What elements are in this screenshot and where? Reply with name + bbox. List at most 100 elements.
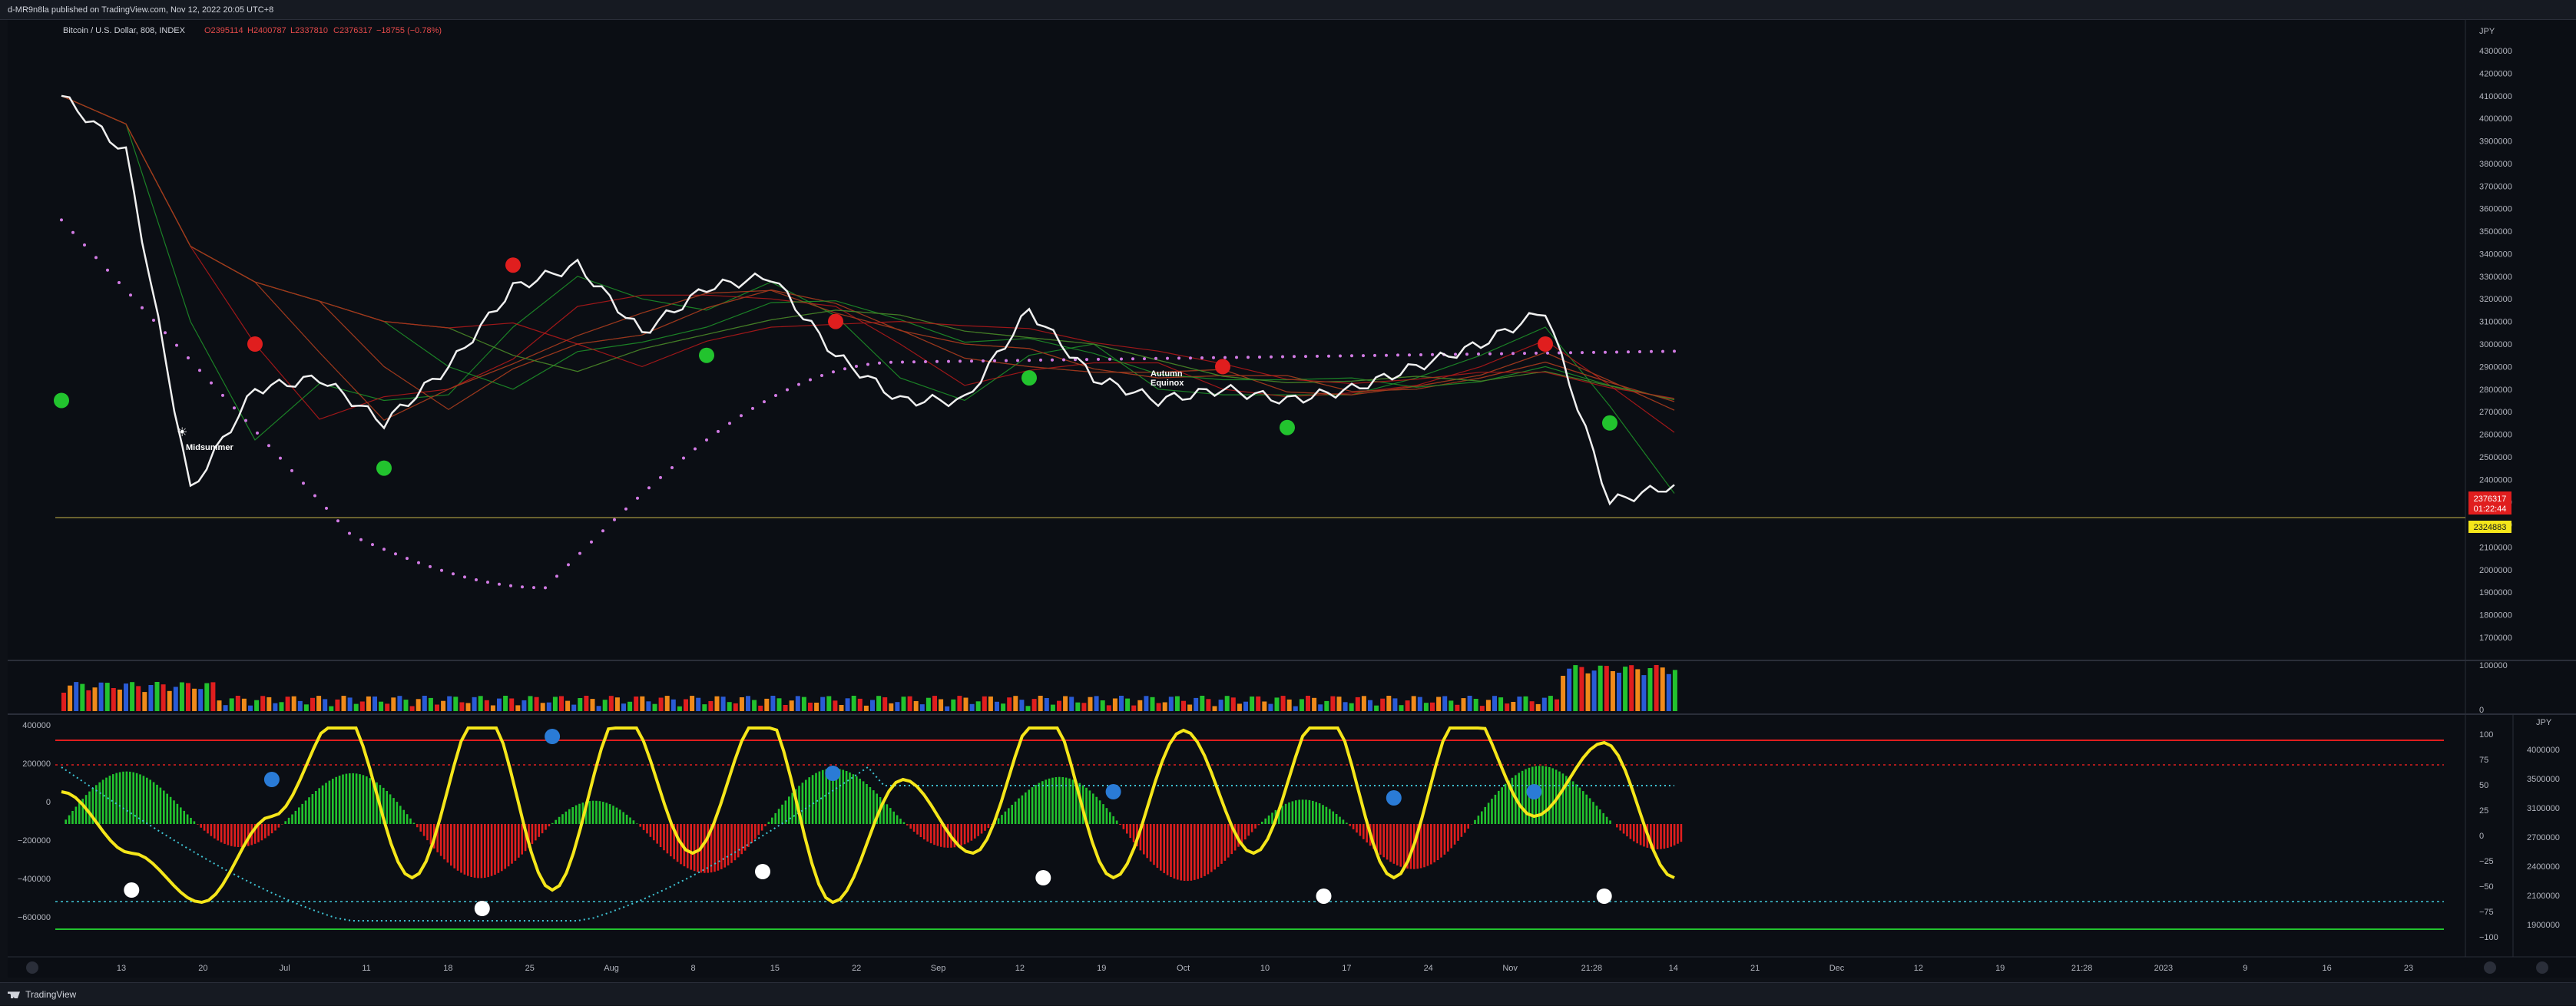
price-tick: 3000000 — [2479, 340, 2512, 349]
ma-dot — [947, 360, 950, 363]
histogram-bar — [399, 806, 402, 824]
histogram-bar — [288, 818, 290, 824]
volume-bar — [1362, 696, 1366, 711]
volume-bar — [939, 700, 943, 712]
osc-white-dot — [124, 882, 139, 898]
ma-dot — [1339, 355, 1342, 358]
histogram-bar — [1467, 824, 1469, 829]
sell-signal-dot — [247, 336, 263, 352]
histogram-bar — [1028, 789, 1030, 824]
volume-bar — [1349, 703, 1354, 711]
volume-bar — [497, 699, 502, 711]
ma-dot — [1177, 356, 1180, 359]
volume-bar — [1555, 700, 1559, 711]
histogram-bar — [1346, 822, 1348, 824]
histogram-bar — [115, 773, 118, 824]
ma-dot — [590, 541, 593, 544]
volume-bar — [397, 696, 402, 711]
histogram-bar — [619, 809, 621, 824]
volume-bar — [684, 700, 688, 712]
histogram-bar — [1326, 807, 1328, 824]
timezone-icon[interactable] — [26, 961, 38, 974]
volume-bar — [1243, 702, 1248, 711]
volume-bar — [1641, 675, 1646, 711]
volume-bar — [292, 697, 296, 711]
volume-bar — [1045, 698, 1049, 711]
histogram-bar — [605, 802, 608, 824]
histogram-bar — [1295, 800, 1297, 824]
histogram-bar — [774, 813, 776, 824]
volume-bar — [1125, 699, 1130, 711]
price-scale[interactable]: 4300000420000041000004000000390000038000… — [2479, 47, 2512, 643]
histogram-bar — [450, 824, 452, 865]
osc-right-scale[interactable]: 1007550250−25−50−75−100 — [2479, 730, 2498, 942]
volume-bar — [1449, 700, 1453, 711]
histogram-bar — [363, 775, 365, 824]
histogram-bar — [916, 824, 919, 835]
histogram-bar — [1606, 817, 1608, 824]
histogram-bar — [892, 812, 895, 824]
volume-bar — [1392, 698, 1397, 711]
histogram-bar — [291, 815, 293, 825]
volume-bar — [802, 697, 806, 711]
volume-bar — [310, 698, 315, 711]
ma-dot — [60, 218, 63, 221]
time-tick: Oct — [1177, 964, 1190, 973]
ohlc-high: H2400787 — [247, 26, 286, 35]
ma-dot — [1431, 353, 1434, 356]
histogram-bar — [274, 824, 276, 831]
volume-bar — [1380, 699, 1385, 711]
histogram-bar — [504, 824, 506, 869]
histogram-bar — [1157, 824, 1159, 868]
ma-dot — [682, 457, 685, 460]
ma-dot — [302, 481, 305, 485]
ma-dot — [141, 306, 144, 309]
time-tick: Aug — [604, 964, 619, 973]
ma-dot — [1627, 350, 1630, 353]
time-tick: 24 — [1424, 964, 1433, 973]
chart-frame[interactable]: Bitcoin / U.S. Dollar, 808, INDEX O23951… — [8, 20, 2576, 978]
ma-dot — [843, 367, 846, 370]
ma-dot — [406, 557, 409, 560]
histogram-bar — [267, 824, 270, 836]
volume-bar — [280, 702, 284, 711]
histogram-bar — [1551, 768, 1554, 824]
symbol-name: Bitcoin / U.S. Dollar, 808, INDEX — [63, 26, 186, 35]
ma-dot — [878, 362, 881, 365]
volume-bar — [1300, 699, 1304, 711]
volume-bar — [882, 697, 887, 711]
histogram-bar — [1309, 800, 1311, 824]
settings-icon[interactable] — [2536, 961, 2548, 974]
ma-dot — [740, 414, 743, 417]
chart-canvas[interactable]: Bitcoin / U.S. Dollar, 808, INDEX O23951… — [8, 20, 2576, 978]
osc-right-tick: −25 — [2479, 857, 2494, 866]
volume-bar — [926, 698, 931, 711]
histogram-bar — [352, 773, 354, 824]
histogram-bar — [1133, 824, 1135, 842]
footer: TradingView — [0, 982, 2576, 1005]
volume-bar — [1200, 696, 1204, 711]
ma-dot — [359, 538, 363, 541]
histogram-bar — [740, 824, 743, 854]
histogram-bar — [1386, 824, 1389, 859]
histogram-bar — [1153, 824, 1155, 865]
volume-bar — [715, 697, 720, 711]
histogram-bar — [906, 824, 909, 826]
histogram-bar — [194, 821, 196, 824]
ma-dot — [982, 359, 985, 362]
histogram-bar — [474, 824, 476, 878]
ma-dot — [267, 444, 270, 447]
time-axis[interactable]: 1320Jul111825Aug81522Sep1219Oct101724Nov… — [117, 964, 2413, 973]
histogram-bar — [1224, 824, 1227, 861]
histogram-bar — [146, 778, 148, 824]
histogram-bar — [937, 824, 939, 846]
ma-dot — [1604, 351, 1607, 354]
histogram-bar — [1177, 824, 1179, 879]
volume-bar — [1293, 707, 1298, 711]
price-tick: 2800000 — [2479, 386, 2512, 395]
auto-scale-icon[interactable] — [2484, 961, 2496, 974]
osc-right-scale-2[interactable]: 4000000350000031000002700000240000021000… — [2527, 746, 2560, 930]
histogram-bar — [707, 824, 709, 873]
histogram-bar — [1288, 802, 1290, 824]
volume-bar — [1374, 706, 1379, 711]
